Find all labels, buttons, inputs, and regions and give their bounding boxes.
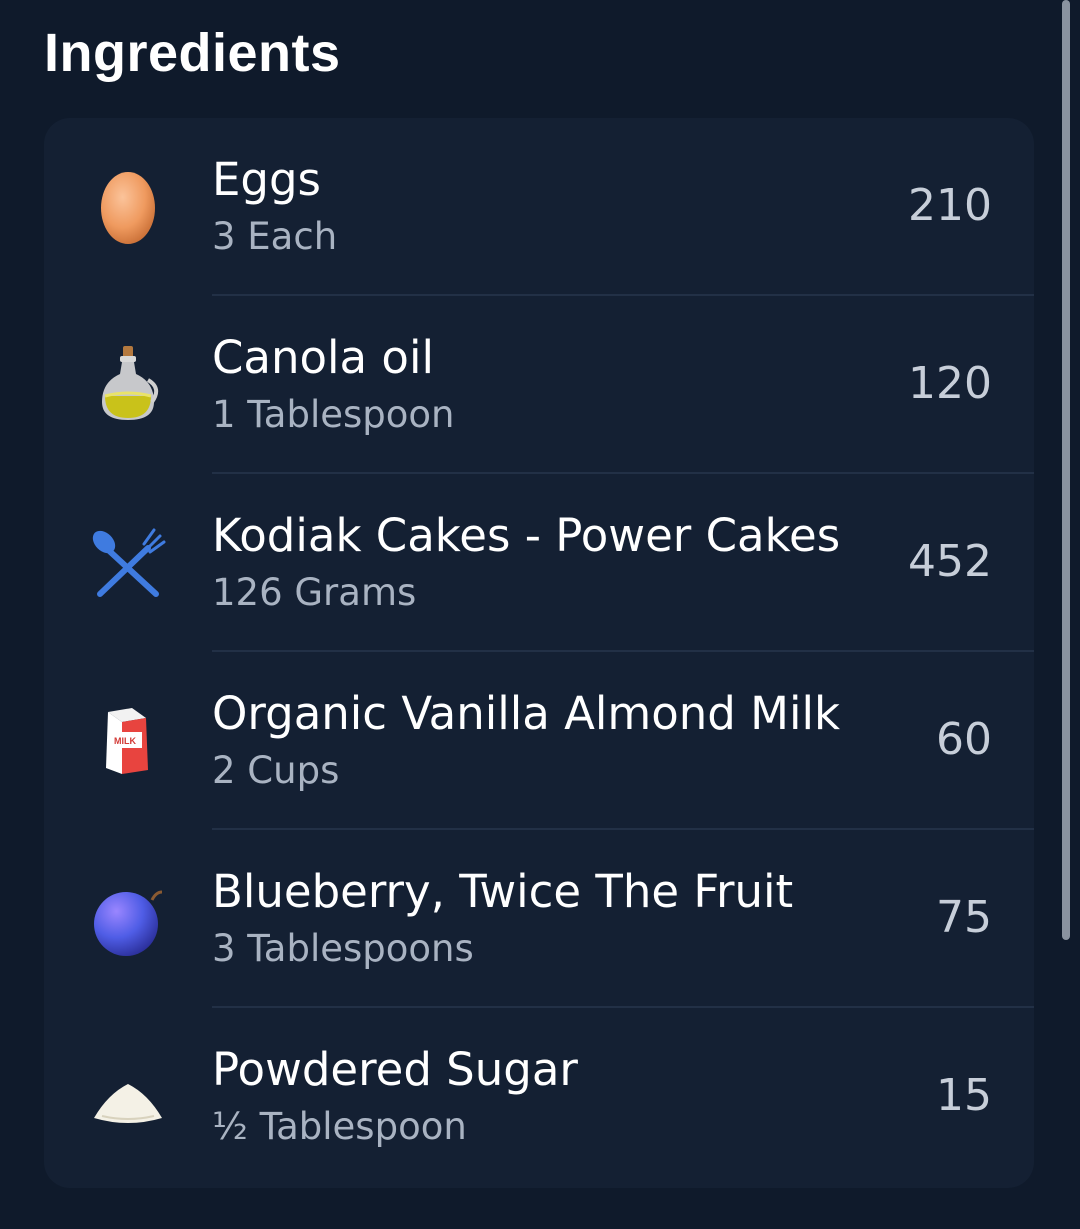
ingredient-name: Blueberry, Twice The Fruit — [212, 865, 794, 918]
svg-text:MILK: MILK — [114, 736, 136, 746]
ingredient-calories: 60 — [936, 714, 992, 765]
ingredient-row-eggs[interactable]: Eggs 3 Each 210 — [44, 118, 1034, 296]
ingredient-row-canola-oil[interactable]: Canola oil 1 Tablespoon 120 — [44, 296, 1034, 474]
ingredient-amount: 3 Each — [212, 215, 338, 258]
ingredient-calories: 452 — [908, 536, 992, 587]
ingredient-calories: 15 — [936, 1070, 992, 1121]
oil-bottle-icon — [88, 344, 168, 424]
milk-carton-icon: MILK — [88, 700, 168, 780]
ingredient-calories: 75 — [936, 892, 992, 943]
ingredient-name: Eggs — [212, 153, 322, 206]
ingredient-amount: 2 Cups — [212, 749, 340, 792]
ingredient-name: Kodiak Cakes - Power Cakes — [212, 509, 841, 562]
ingredient-amount: 3 Tablespoons — [212, 927, 474, 970]
ingredient-name: Canola oil — [212, 331, 434, 384]
ingredient-amount: ½ Tablespoon — [212, 1105, 467, 1148]
ingredient-name: Organic Vanilla Almond Milk — [212, 687, 841, 740]
ingredient-amount: 126 Grams — [212, 571, 417, 614]
scrollbar[interactable] — [1062, 0, 1070, 940]
ingredient-row-almond-milk[interactable]: MILK Organic Vanilla Almond Milk 2 Cups … — [44, 652, 1034, 830]
blueberry-icon — [88, 878, 168, 958]
egg-icon — [88, 166, 168, 246]
ingredient-calories: 120 — [908, 358, 992, 409]
page-title: Ingredients — [44, 23, 341, 83]
fork-knife-icon — [88, 522, 168, 602]
ingredients-card: Eggs 3 Each 210 Canola oil 1 Tablespoon … — [44, 118, 1034, 1188]
ingredient-amount: 1 Tablespoon — [212, 393, 455, 436]
sugar-pile-icon — [88, 1056, 168, 1136]
ingredient-row-blueberry[interactable]: Blueberry, Twice The Fruit 3 Tablespoons… — [44, 830, 1034, 1008]
ingredient-row-powdered-sugar[interactable]: Powdered Sugar ½ Tablespoon 15 — [44, 1008, 1034, 1186]
ingredient-calories: 210 — [908, 180, 992, 231]
ingredient-name: Powdered Sugar — [212, 1043, 578, 1096]
ingredient-row-kodiak-cakes[interactable]: Kodiak Cakes - Power Cakes 126 Grams 452 — [44, 474, 1034, 652]
